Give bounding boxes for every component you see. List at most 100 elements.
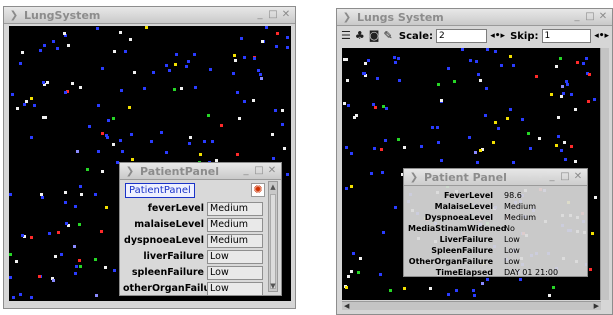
window-menu-chevron-icon[interactable]: ❯ — [340, 12, 354, 23]
window-menu-chevron-icon[interactable]: ❯ — [7, 10, 21, 21]
sim-cell — [552, 286, 555, 289]
sim-cell — [350, 152, 353, 155]
skip-input[interactable]: 1 — [541, 29, 592, 43]
maximize-icon[interactable]: □ — [585, 11, 595, 23]
patient-stat-label: LiverFailure — [439, 235, 493, 244]
sim-cell — [367, 59, 370, 62]
sim-cell — [370, 172, 373, 175]
sim-cell — [527, 132, 530, 135]
minimize-icon[interactable]: _ — [241, 165, 251, 177]
sim-cell — [54, 255, 57, 258]
scroll-left-icon[interactable]: ◀ — [344, 302, 349, 310]
sim-cell — [56, 47, 59, 50]
scale-stepper-icon[interactable]: ◂•▸ — [490, 31, 505, 41]
sim-cell — [261, 40, 264, 43]
sim-cell — [473, 294, 476, 297]
sim-cell — [19, 293, 22, 296]
sim-cell — [557, 135, 560, 138]
sim-cell — [97, 104, 100, 107]
patient-field-value[interactable]: Low — [207, 249, 263, 264]
sim-cell — [403, 287, 406, 290]
wrench-icon[interactable]: ✎ — [383, 30, 393, 42]
sim-cell — [260, 77, 263, 80]
patient-field-row: spleenFailure Low — [123, 265, 267, 280]
vertical-scrollbar[interactable] — [600, 48, 609, 300]
patient-stat-row: FeverLevel 98.6 — [408, 190, 583, 201]
sim-cell — [550, 93, 553, 96]
sim-cell — [64, 201, 67, 204]
close-icon[interactable]: ✕ — [573, 171, 583, 183]
patient-panel-button[interactable]: PatientPanel — [125, 183, 195, 198]
sim-cell — [486, 48, 489, 51]
sim-cell — [398, 79, 401, 82]
sim-cell — [564, 158, 567, 161]
patient-stat-value: 98.6 — [504, 191, 522, 200]
patient-field-value[interactable]: Medium — [207, 233, 263, 248]
patient-field-row: otherOrganFailure Low — [123, 281, 267, 296]
sim-cell — [481, 282, 484, 285]
scroll-thumb[interactable] — [270, 194, 276, 289]
patient-stat-value: DAY 01 21:00 — [504, 268, 559, 277]
close-icon[interactable]: ✕ — [267, 165, 277, 177]
skip-stepper-icon[interactable]: ◂•▸ — [594, 31, 609, 41]
patient-field-label: dyspnoeaLevel — [124, 235, 204, 246]
run-figure-icon[interactable]: ♣ — [355, 30, 365, 42]
sim-cell — [165, 151, 168, 154]
sim-cell — [63, 32, 66, 35]
sim-cell — [286, 173, 289, 176]
patient-field-value[interactable]: Medium — [207, 201, 263, 216]
sim-cell — [347, 275, 350, 278]
lungs-system-titlebar[interactable]: ❯ Lungs System _ □ ✕ — [337, 9, 612, 26]
scale-input[interactable]: 2 — [435, 29, 488, 43]
maximize-icon[interactable]: □ — [254, 165, 264, 177]
patient-stat-label: MediaStinamWidened — [408, 224, 507, 233]
minimize-icon[interactable]: _ — [572, 11, 582, 23]
maximize-icon[interactable]: □ — [560, 171, 570, 183]
scroll-down-icon[interactable]: ▼ — [269, 281, 277, 291]
scroll-right-icon[interactable]: ▶ — [594, 302, 599, 310]
sim-cell — [94, 193, 97, 196]
sim-cell — [376, 77, 379, 80]
camera-icon[interactable]: ◙ — [369, 30, 380, 42]
patient-field-value[interactable]: Medium — [207, 217, 263, 232]
maximize-icon[interactable]: □ — [268, 9, 278, 21]
sim-cell — [30, 136, 33, 139]
patient-stat-label: DyspnoeaLevel — [424, 213, 493, 222]
sim-cell — [78, 259, 81, 262]
sim-cell — [94, 258, 97, 261]
close-icon[interactable]: ✕ — [281, 9, 291, 21]
list-icon[interactable]: ☰ — [341, 30, 351, 42]
sim-cell — [265, 26, 268, 29]
sim-cell — [468, 136, 471, 139]
patient-stat-row: OtherOrganFailure Low — [408, 256, 583, 267]
sim-cell — [382, 105, 385, 108]
sim-cell — [64, 191, 67, 194]
sim-cell — [497, 127, 500, 130]
lung-system-titlebar[interactable]: ❯ LungSystem _ □ ✕ — [4, 7, 295, 24]
sim-cell — [347, 104, 350, 107]
window-menu-chevron-icon[interactable]: ❯ — [407, 172, 421, 183]
sim-cell — [589, 268, 592, 271]
patient-stat-value: No — [504, 224, 515, 233]
window-menu-chevron-icon[interactable]: ❯ — [123, 166, 137, 177]
minimize-icon[interactable]: _ — [255, 9, 265, 21]
patient-field-value[interactable]: Low — [207, 281, 263, 296]
sim-cell — [48, 232, 51, 235]
sim-cell — [440, 99, 443, 102]
bug-alert-icon[interactable]: ✺ — [251, 183, 265, 197]
minimize-icon[interactable]: _ — [547, 171, 557, 183]
close-icon[interactable]: ✕ — [598, 11, 608, 23]
patient-panel-overlay-titlebar[interactable]: ❯ Patient Panel _ □ ✕ — [404, 169, 587, 186]
sim-cell — [429, 287, 432, 290]
sim-cell — [574, 108, 577, 111]
patient-panel-scrollbar[interactable]: ▲ ▼ — [268, 181, 278, 292]
horizontal-scrollbar[interactable]: ◀ ▶ — [342, 301, 601, 310]
sim-cell — [174, 63, 177, 66]
patient-stat-label: TimeElapsed — [435, 268, 493, 277]
sim-cell — [272, 157, 275, 160]
sim-cell — [574, 160, 577, 163]
scroll-up-icon[interactable]: ▲ — [269, 182, 277, 192]
sim-cell — [234, 59, 237, 62]
patient-field-value[interactable]: Low — [207, 265, 263, 280]
patient-panel-titlebar[interactable]: ❯ PatientPanel _ □ ✕ — [120, 163, 281, 180]
